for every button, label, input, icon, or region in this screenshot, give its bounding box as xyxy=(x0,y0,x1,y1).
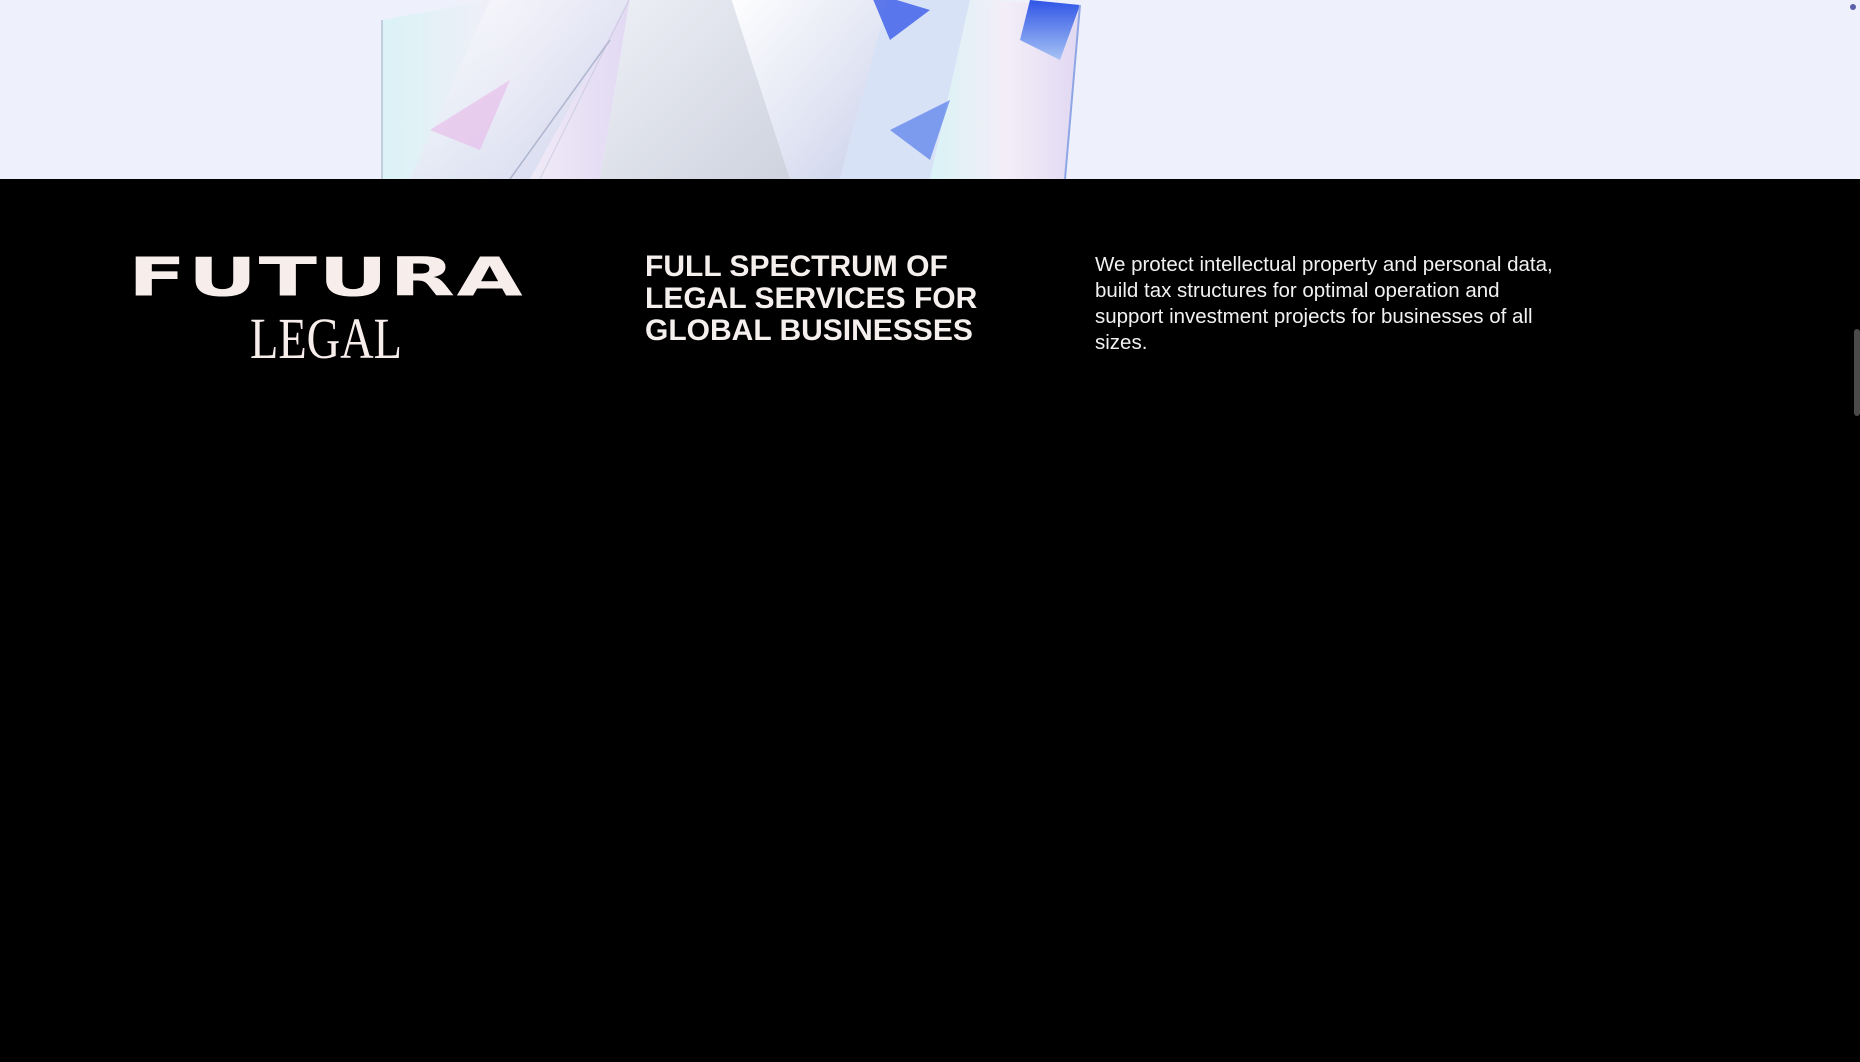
footer-description: We protect intellectual property and per… xyxy=(1095,253,1553,354)
footer-tagline: FULL SPECTRUM OF LEGAL SERVICES FOR GLOB… xyxy=(645,250,978,347)
footer: FUTURA LEGAL FULL SPECTRUM OF LEGAL SERV… xyxy=(0,179,1860,1062)
top-indicator-dot xyxy=(1850,4,1856,10)
crystal-image xyxy=(381,0,1081,179)
logo-wordmark-futura: FUTURA xyxy=(127,245,525,309)
hero-section xyxy=(0,0,1860,179)
logo-wordmark-legal: LEGAL xyxy=(249,306,403,371)
page: FUTURA LEGAL FULL SPECTRUM OF LEGAL SERV… xyxy=(0,0,1860,1062)
futura-legal-logo[interactable]: FUTURA LEGAL xyxy=(128,251,523,371)
scrollbar-thumb[interactable] xyxy=(1854,329,1860,416)
